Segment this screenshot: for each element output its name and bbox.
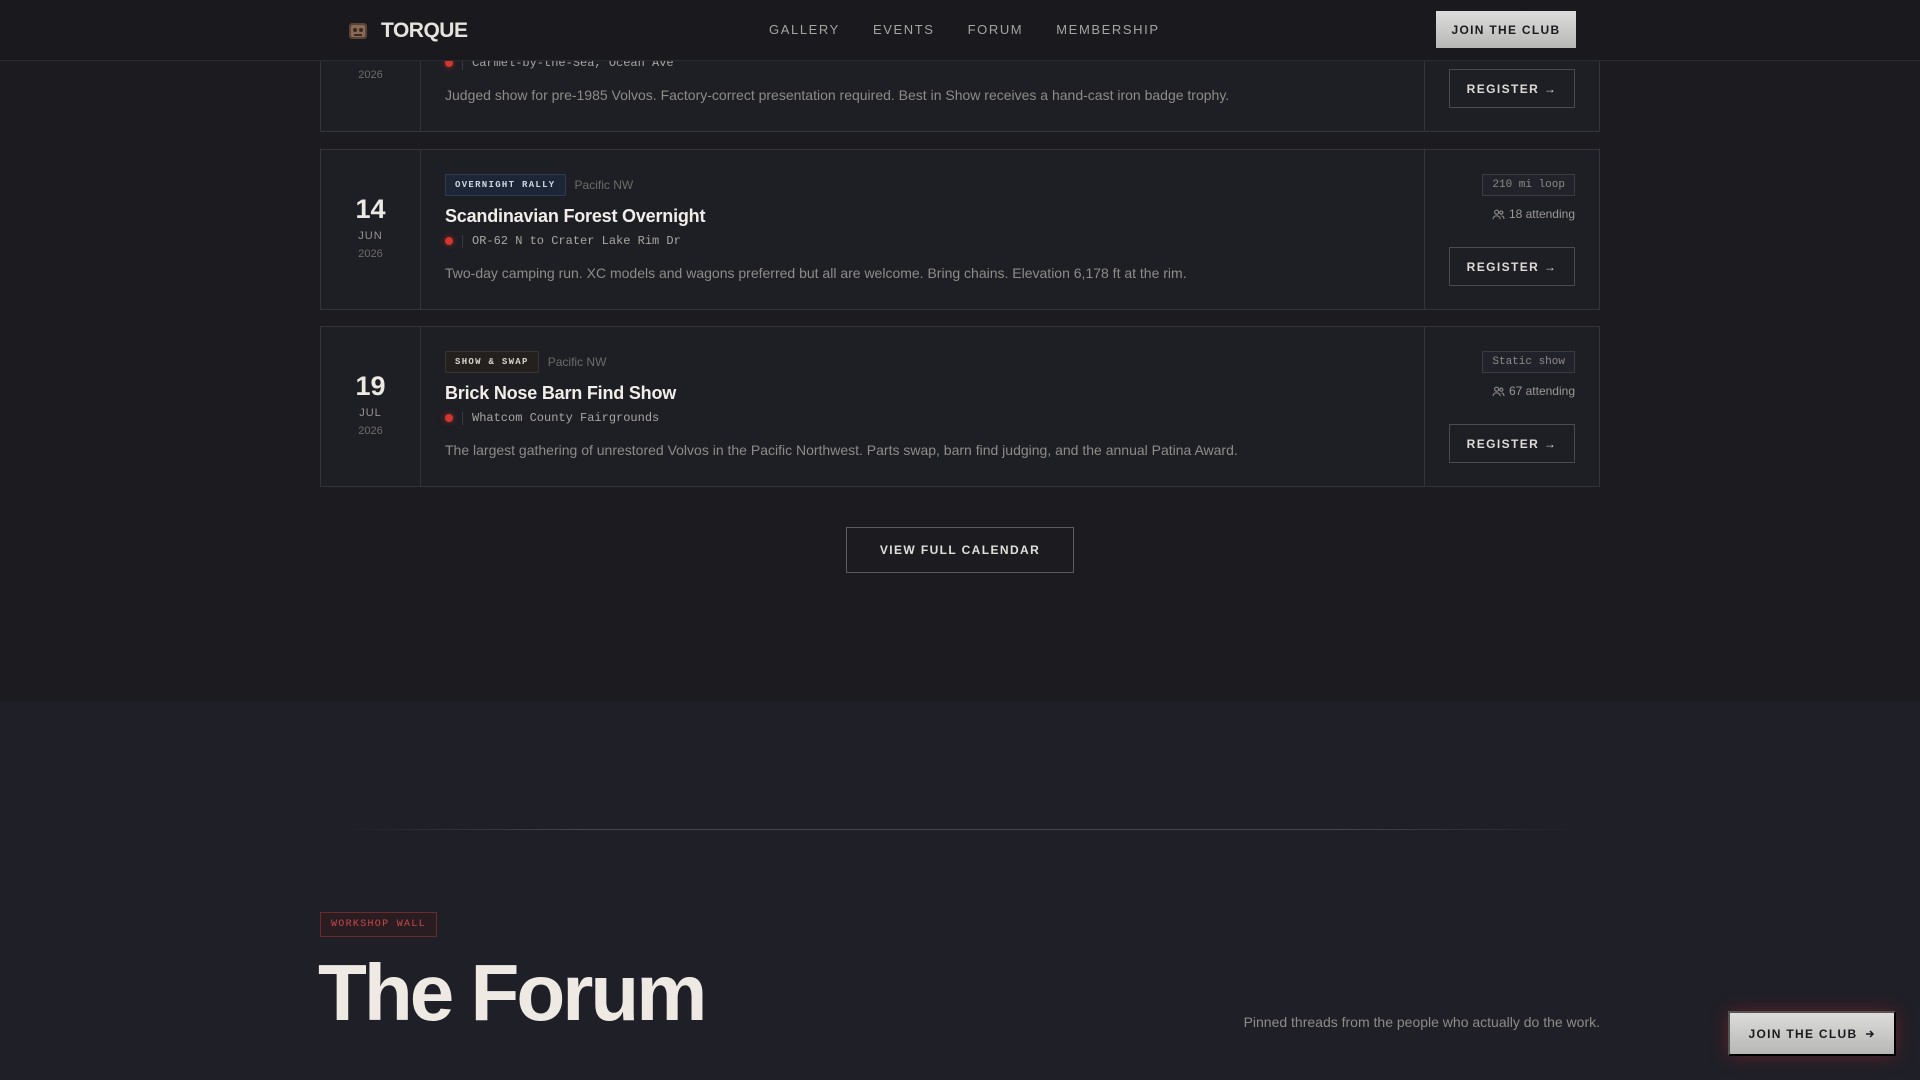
- section-title: The Forum: [318, 948, 707, 1037]
- emblem-icon: [349, 23, 367, 39]
- event-region: Pacific NW: [547, 355, 607, 369]
- event-month: JUN: [358, 230, 383, 242]
- event-location-row: Whatcom County Fairgrounds: [445, 411, 659, 425]
- calendar-label: VIEW FULL CALENDAR: [879, 543, 1041, 557]
- event-month: JUL: [359, 407, 382, 419]
- event-tag-row: SHOW & SWAP Pacific NW: [445, 351, 606, 373]
- users-icon: [1492, 386, 1505, 396]
- attending-label: 18 attending: [1508, 207, 1575, 221]
- register-label: REGISTER →: [1466, 436, 1558, 451]
- join-label: JOIN THE CLUB: [1451, 22, 1561, 37]
- event-actions: 210 mi loop 18 attending REGISTER →: [1424, 150, 1599, 309]
- floating-join-label: JOIN THE CLUB: [1748, 1026, 1858, 1041]
- event-card: 14 JUN 2026 OVERNIGHT RALLY Pacific NW S…: [320, 149, 1600, 310]
- view-full-calendar-button[interactable]: VIEW FULL CALENDAR: [846, 527, 1074, 573]
- event-type-pill: Static show: [1482, 351, 1575, 373]
- event-day: 19: [355, 371, 386, 401]
- attending-count: 67 attending: [1492, 384, 1575, 398]
- register-button[interactable]: REGISTER →: [1449, 247, 1575, 286]
- event-region: Pacific NW: [574, 178, 634, 192]
- event-description: Two-day camping run. XC models and wagon…: [445, 265, 1187, 281]
- event-location: Whatcom County Fairgrounds: [472, 411, 660, 425]
- nav-item-events[interactable]: EVENTS: [873, 22, 935, 37]
- event-location: OR-62 N to Crater Lake Rim Dr: [472, 234, 681, 248]
- nav-item-membership[interactable]: MEMBERSHIP: [1056, 22, 1159, 37]
- section-divider: [340, 829, 1580, 830]
- event-actions: Static show 67 attending REGISTER →: [1424, 327, 1599, 486]
- event-year: 2026: [358, 425, 383, 437]
- event-distance-badge: 210 mi loop: [1482, 174, 1575, 196]
- event-title[interactable]: Scandinavian Forest Overnight: [445, 206, 705, 227]
- attending-count: 18 attending: [1492, 207, 1575, 221]
- main-nav: GALLERY EVENTS FORUM MEMBERSHIP: [769, 22, 1160, 37]
- event-card: 19 JUL 2026 SHOW & SWAP Pacific NW Brick…: [320, 326, 1600, 487]
- forum-section: WORKSHOP WALL The Forum Pinned threads f…: [0, 701, 1920, 1080]
- join-club-button[interactable]: JOIN THE CLUB: [1436, 11, 1576, 48]
- event-description: Judged show for pre-1985 Volvos. Factory…: [445, 87, 1230, 103]
- register-label: REGISTER →: [1466, 81, 1558, 96]
- divider: [462, 411, 463, 425]
- event-location-row: OR-62 N to Crater Lake Rim Dr: [445, 234, 681, 248]
- location-pin-icon: [445, 237, 453, 245]
- event-year: 2026: [358, 69, 383, 81]
- event-type-badge: OVERNIGHT RALLY: [445, 174, 566, 196]
- event-type-badge: SHOW & SWAP: [445, 351, 539, 373]
- event-title[interactable]: Brick Nose Barn Find Show: [445, 383, 676, 404]
- location-pin-icon: [445, 414, 453, 422]
- users-icon: [1492, 209, 1505, 219]
- event-year: 2026: [358, 248, 383, 260]
- section-eyebrow-badge: WORKSHOP WALL: [320, 912, 437, 937]
- brand-name: TORQUE: [381, 19, 468, 42]
- section-subtitle: Pinned threads from the people who actua…: [1243, 1014, 1600, 1030]
- nav-item-forum[interactable]: FORUM: [968, 22, 1024, 37]
- register-label: REGISTER →: [1466, 259, 1558, 274]
- attending-label: 67 attending: [1508, 384, 1575, 398]
- event-description: The largest gathering of unrestored Volv…: [445, 442, 1238, 458]
- event-date: 14 JUN 2026: [321, 150, 421, 309]
- divider: [462, 234, 463, 248]
- event-date: 19 JUL 2026: [321, 327, 421, 486]
- nav-item-gallery[interactable]: GALLERY: [769, 22, 840, 37]
- site-header: TORQUE GALLERY EVENTS FORUM MEMBERSHIP J…: [0, 0, 1920, 61]
- brand-logo[interactable]: TORQUE: [347, 19, 468, 43]
- event-tag-row: OVERNIGHT RALLY Pacific NW: [445, 174, 633, 196]
- event-day: 14: [355, 194, 386, 224]
- register-button[interactable]: REGISTER →: [1449, 424, 1575, 463]
- floating-join-button[interactable]: JOIN THE CLUB: [1728, 1011, 1896, 1056]
- register-button[interactable]: REGISTER →: [1449, 69, 1575, 108]
- arrow-right-icon: [1866, 1029, 1875, 1038]
